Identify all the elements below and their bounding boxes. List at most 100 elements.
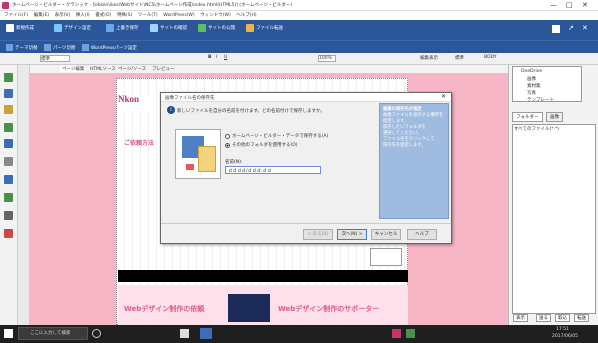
menu-bar: ファイル(F) 編集(E) 表示(V) 挿入(I) 書式(O) 特殊(S) ツー… [0, 11, 598, 20]
tool-icon-6[interactable] [4, 157, 13, 166]
transfer-button[interactable]: ファイル転送 [246, 23, 283, 33]
tab-preview[interactable]: プレビュー [152, 66, 175, 72]
underline-button[interactable]: U [224, 55, 227, 60]
menu-special[interactable]: 特殊(S) [117, 11, 132, 20]
filename-input[interactable]: ｄｄｄｄ/ｄｄｄ.ｄｄ [225, 166, 321, 174]
ribbon-secondary: テーマ切替 パーツ切替 WordPressパーツ設定 [0, 40, 598, 53]
minimize-button[interactable]: — [550, 1, 557, 9]
menu-tools[interactable]: ツール(T) [138, 11, 158, 20]
builder-taskbar-icon[interactable] [392, 329, 401, 338]
import-button[interactable]: 取込 [555, 314, 570, 322]
user-icon[interactable] [552, 25, 560, 33]
banner-right[interactable]: Webデザイン制作のサポーター [278, 304, 379, 314]
italic-button[interactable]: I [216, 55, 217, 60]
tool-icon-1[interactable] [4, 73, 13, 82]
help-icon[interactable]: ✕ [582, 24, 588, 32]
tool-icon-9[interactable] [4, 211, 13, 220]
tab-folder[interactable]: フォルダー [512, 112, 543, 122]
bold-button[interactable]: B [208, 55, 211, 60]
tree-item-materials[interactable]: 素材集 [527, 83, 541, 89]
tree-item-templates[interactable]: テンプレート [527, 97, 554, 103]
help-button[interactable]: ヘルプ [407, 229, 437, 240]
app-taskbar-icon[interactable] [200, 328, 212, 339]
tab-page-edit[interactable]: ページ編集 [60, 66, 87, 72]
tool-icon-4[interactable] [4, 123, 13, 132]
tab-images[interactable]: 画像 [546, 112, 563, 122]
radio-other-folder[interactable]: その他のフォルダを使用する(O) [225, 142, 298, 148]
parts-icon [44, 44, 51, 51]
site-check-button[interactable]: サイトの確認 [150, 23, 187, 33]
pin-icon[interactable]: ↗ [568, 24, 574, 32]
tool-icon-5[interactable] [4, 139, 13, 148]
banner-center-image[interactable] [228, 294, 270, 322]
menu-window[interactable]: ウィンドウ(W) [200, 11, 230, 20]
save-button[interactable]: 上書き保存 [106, 23, 139, 33]
tree-item-onedrive[interactable]: OneDrive [521, 69, 542, 74]
next-button[interactable]: 次へ(N) > [337, 229, 367, 240]
zoom-select[interactable]: 100% [318, 55, 336, 62]
title-bar: ホームページ・ビルダー・クラシック - [Ukken\ikes\Webサイト\N… [0, 0, 598, 11]
dialog-divider [161, 223, 451, 224]
parts-switch-button[interactable]: パーツ切替 [44, 44, 75, 51]
tool-icon-10[interactable] [4, 229, 13, 238]
format-toolbar: 標準 B I U 100% 編集表示 標準 BODY [0, 53, 598, 65]
design-button[interactable]: デザイン設定 [54, 23, 91, 33]
tab-html-source[interactable]: HTMLソース [90, 66, 116, 72]
edit-view-select[interactable]: 編集表示 [420, 55, 438, 61]
menu-format[interactable]: 書式(O) [95, 11, 111, 20]
transfer-small-button[interactable]: 転送 [574, 314, 589, 322]
style-select[interactable]: 標準 [455, 55, 464, 61]
filename-label: 名前(N): [225, 160, 243, 165]
tree-item-photos[interactable]: 写真 [527, 90, 536, 96]
menu-wordpress[interactable]: WordPress(W) [163, 11, 194, 20]
font-size-select[interactable]: 標準 [40, 55, 70, 62]
tool-icon-3[interactable] [4, 105, 13, 114]
menu-help[interactable]: ヘルプ(H) [236, 11, 256, 20]
tray-app-icon[interactable] [406, 329, 415, 338]
theme-switch-button[interactable]: テーマ切替 [6, 44, 38, 51]
radio-builder-data[interactable]: ホームページ・ビルダー・データで保存する(A) [225, 133, 328, 139]
windows-start-icon[interactable] [4, 329, 13, 338]
save-icon [106, 24, 114, 32]
tool-icon-8[interactable] [4, 193, 13, 202]
maximize-button[interactable]: □ [566, 1, 573, 9]
tree-item-images[interactable]: 画像 [527, 76, 536, 82]
back-button[interactable]: < 戻る(B) [303, 229, 333, 240]
file-list-header[interactable]: すべてのファイル(*.*) [514, 126, 559, 132]
cortana-icon[interactable] [92, 329, 101, 338]
site-logo: Nkon [118, 94, 156, 112]
illustration [175, 129, 221, 179]
left-side-tabs [18, 65, 30, 325]
info-panel: 画像の保存先の指定 画像ファイルを保存する場所を指定します。 保存したいフォルダ… [379, 103, 449, 219]
page-pink-heading: ご依頼方法 [124, 140, 155, 147]
dialog-close-icon[interactable]: ✕ [441, 93, 446, 100]
info-icon: i [167, 106, 175, 114]
menu-file[interactable]: ファイル(F) [4, 11, 28, 20]
view-button[interactable]: 表示 [513, 314, 528, 322]
body-select[interactable]: BODY [484, 55, 497, 60]
folder-tree[interactable]: OneDrive 画像 素材集 写真 テンプレート [512, 66, 582, 103]
dialog-message: 新しいファイルを自分の名前を付けます。どの名前付けで保存しますか。 [177, 109, 325, 114]
radio-circle-selected [225, 142, 230, 148]
banner-left[interactable]: Webデザイン制作の依頼 [124, 304, 204, 314]
folder-icon [198, 146, 216, 172]
info-line: 保存先を指定します。 [383, 143, 426, 148]
window-title: ホームページ・ビルダー・クラシック - [Ukken\ikes\Webサイト\N… [12, 3, 293, 8]
send-button[interactable]: 送る [536, 314, 551, 322]
cancel-button[interactable]: キャンセル [371, 229, 401, 240]
tab-page-source[interactable]: ページ/ソース [118, 66, 146, 72]
close-button[interactable]: ✕ [582, 1, 588, 9]
menu-insert[interactable]: 挿入(I) [76, 11, 90, 20]
task-view-icon[interactable] [180, 329, 189, 338]
tool-icon-2[interactable] [4, 89, 13, 98]
tool-icon-7[interactable] [4, 175, 13, 184]
wordpress-parts-button[interactable]: WordPressパーツ設定 [82, 44, 137, 51]
menu-view[interactable]: 表示(V) [55, 11, 71, 20]
new-button[interactable]: 新規作成 [6, 23, 34, 33]
publish-button[interactable]: サイトの公開 [198, 23, 235, 33]
menu-edit[interactable]: 編集(E) [34, 11, 49, 20]
design-icon [54, 24, 62, 32]
file-list[interactable] [512, 124, 596, 314]
site-check-icon [150, 24, 158, 32]
clock: 17:51 [556, 327, 569, 332]
